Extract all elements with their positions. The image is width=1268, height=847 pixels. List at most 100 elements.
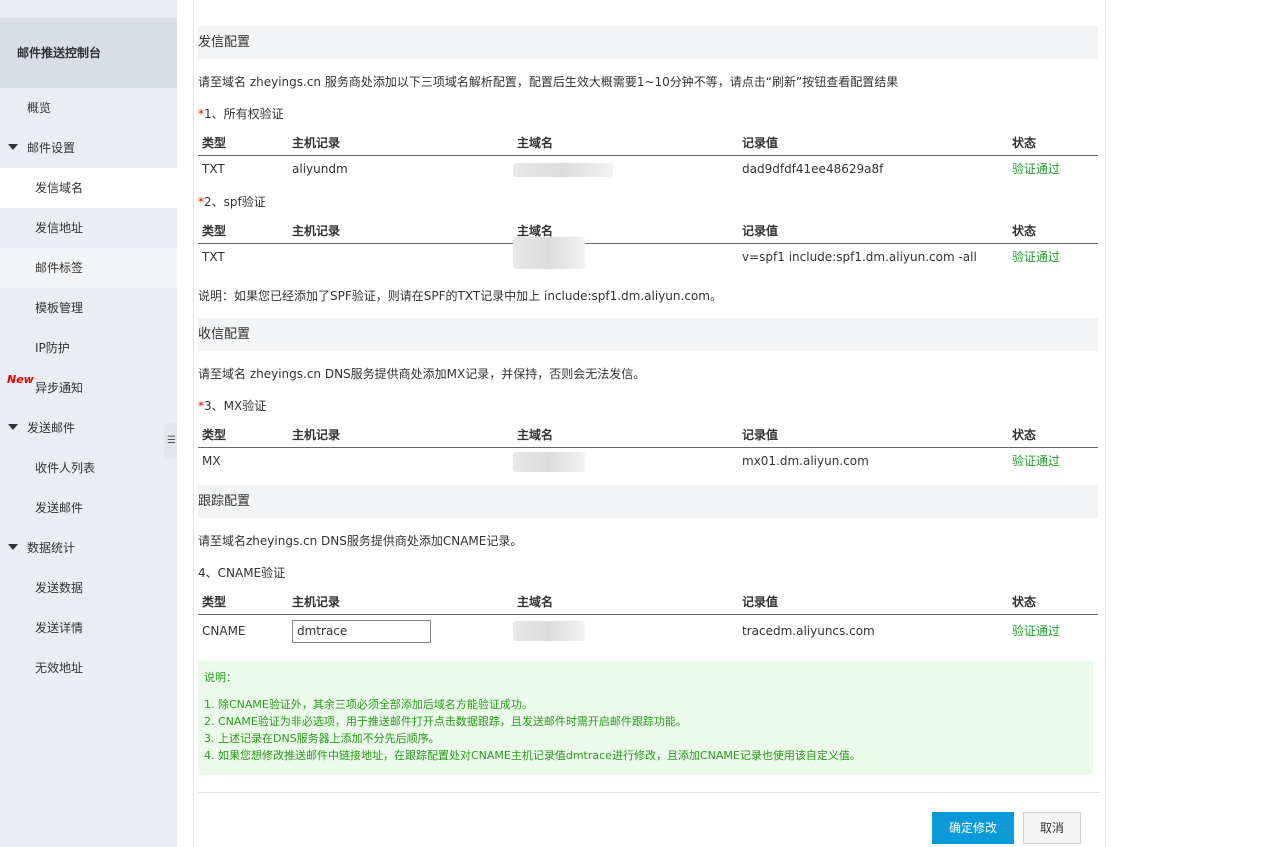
- ownership-label: *1、所有权验证: [198, 105, 284, 122]
- receive-config-description: 请至域名 zheyings.cn DNS服务提供商处添加MX记录，并保持，否则会…: [198, 367, 646, 381]
- notice-line: 2. CNAME验证为非必选项，用于推送邮件打开点击数据跟踪，且发送邮件时需开启…: [204, 715, 687, 728]
- sidebar-item-send-domain[interactable]: 发信域名: [0, 168, 177, 208]
- section-title: 跟踪配置: [198, 494, 251, 509]
- sidebar-item-templates[interactable]: 模板管理: [0, 288, 177, 328]
- cell-status: 验证通过: [1012, 162, 1061, 176]
- cell-status: 验证通过: [1012, 624, 1061, 638]
- header-type: 类型: [202, 428, 227, 442]
- header-type: 类型: [202, 224, 227, 238]
- header-domain: 主域名: [517, 595, 554, 609]
- spf-label-text: 2、spf验证: [204, 195, 266, 209]
- redacted-domain: [513, 452, 585, 472]
- sidebar-group-mail-settings[interactable]: 邮件设置: [0, 128, 177, 168]
- cell-host: aliyundm: [292, 162, 348, 176]
- section-receive-config: 收信配置: [198, 318, 1098, 351]
- cell-value: tracedm.aliyuncs.com: [742, 624, 875, 638]
- header-type: 类型: [202, 136, 227, 150]
- sidebar-item-send-mail[interactable]: 发送邮件: [0, 488, 177, 528]
- redacted-domain: [513, 621, 585, 641]
- header-value: 记录值: [742, 224, 779, 238]
- sidebar-item-label: 发送邮件: [35, 501, 84, 515]
- redacted-domain: [513, 237, 585, 269]
- tracking-config-description: 请至域名zheyings.cn DNS服务提供商处添加CNAME记录。: [198, 534, 523, 548]
- cell-type: CNAME: [202, 624, 246, 638]
- table-header: 类型 主机记录 主域名 记录值 状态: [198, 423, 1098, 448]
- mx-label-text: 3、MX验证: [204, 399, 267, 413]
- sidebar-item-label: 无效地址: [35, 661, 84, 675]
- send-config-description: 请至域名 zheyings.cn 服务商处添加以下三项域名解析配置，配置后生效大…: [198, 75, 899, 89]
- new-badge: New: [7, 373, 34, 386]
- cell-status: 验证通过: [1012, 454, 1061, 468]
- sidebar-item-invalid-address[interactable]: 无效地址: [0, 648, 177, 688]
- cname-host-input[interactable]: dmtrace: [292, 620, 431, 643]
- section-title: 收信配置: [198, 327, 251, 342]
- sidebar-item-label: 发送邮件: [27, 421, 76, 435]
- header-status: 状态: [1012, 595, 1037, 609]
- table-header: 类型 主机记录 主域名 记录值 状态: [198, 219, 1098, 244]
- sidebar-item-label: 邮件设置: [27, 141, 76, 155]
- mx-label: *3、MX验证: [198, 397, 266, 414]
- header-host: 主机记录: [292, 595, 341, 609]
- sidebar: 邮件推送控制台 概览 邮件设置 发信域名 发信地址 邮件标签 模板管理 IP防护…: [0, 0, 177, 847]
- spf-label: *2、spf验证: [198, 193, 266, 210]
- cname-label: 4、CNAME验证: [198, 566, 286, 580]
- spf-note: 说明：如果您已经添加了SPF验证，则请在SPF的TXT记录中加上 include…: [198, 289, 722, 303]
- sidebar-item-label: 收件人列表: [35, 461, 96, 475]
- header-host: 主机记录: [292, 428, 341, 442]
- sidebar-item-send-data[interactable]: 发送数据: [0, 568, 177, 608]
- header-status: 状态: [1012, 428, 1037, 442]
- cell-value: mx01.dm.aliyun.com: [742, 454, 869, 468]
- header-value: 记录值: [742, 136, 779, 150]
- redacted-domain: [513, 163, 613, 177]
- ownership-label-text: 1、所有权验证: [204, 107, 284, 121]
- sidebar-collapse-toggle[interactable]: ☰: [164, 423, 177, 459]
- sidebar-item-label: 发送详情: [35, 621, 84, 635]
- header-value: 记录值: [742, 595, 779, 609]
- sidebar-item-send-details[interactable]: 发送详情: [0, 608, 177, 648]
- sidebar-group-send-mail[interactable]: 发送邮件: [0, 408, 177, 448]
- confirm-button[interactable]: 确定修改: [932, 812, 1014, 844]
- cell-value: dad9dfdf41ee48629a8f: [742, 162, 884, 176]
- sidebar-group-statistics[interactable]: 数据统计: [0, 528, 177, 568]
- caret-down-icon: [8, 144, 18, 150]
- cell-value: v=spf1 include:spf1.dm.aliyun.com -all: [742, 250, 977, 264]
- header-status: 状态: [1012, 224, 1037, 238]
- sidebar-item-label: 发信域名: [35, 181, 84, 195]
- table-row-mx: MX mx01.dm.aliyun.com 验证通过: [198, 449, 1098, 477]
- table-row-ownership: TXT aliyundm dad9dfdf41ee48629a8f 验证通过: [198, 157, 1098, 185]
- table-header: 类型 主机记录 主域名 记录值 状态: [198, 590, 1098, 615]
- cancel-button[interactable]: 取消: [1023, 812, 1081, 844]
- sidebar-item-send-address[interactable]: 发信地址: [0, 208, 177, 248]
- header-domain: 主域名: [517, 428, 554, 442]
- sidebar-item-mail-tags[interactable]: 邮件标签: [0, 248, 177, 288]
- divider: [198, 792, 1100, 793]
- header-host: 主机记录: [292, 224, 341, 238]
- header-type: 类型: [202, 595, 227, 609]
- sidebar-item-label: IP防护: [35, 341, 70, 355]
- cell-type: TXT: [202, 162, 225, 176]
- sidebar-item-recipient-list[interactable]: 收件人列表: [0, 448, 177, 488]
- section-title: 发信配置: [198, 35, 251, 50]
- notice-line: 1. 除CNAME验证外，其余三项必须全部添加后域名方能验证成功。: [204, 698, 533, 711]
- sidebar-item-overview[interactable]: 概览: [0, 88, 177, 128]
- table-row-spf: TXT v=spf1 include:spf1.dm.aliyun.com -a…: [198, 237, 1098, 273]
- header-host: 主机记录: [292, 136, 341, 150]
- console-title: 邮件推送控制台: [0, 18, 177, 88]
- cell-type: TXT: [202, 250, 225, 264]
- sidebar-item-label: 概览: [27, 101, 52, 115]
- sidebar-item-ip-protection[interactable]: IP防护: [0, 328, 177, 368]
- notice-box: 说明： 1. 除CNAME验证外，其余三项必须全部添加后域名方能验证成功。 2.…: [198, 661, 1093, 775]
- section-send-config: 发信配置: [198, 26, 1098, 59]
- notice-line: 4. 如果您想修改推送邮件中链接地址，在跟踪配置处对CNAME主机记录值dmtr…: [204, 749, 861, 762]
- caret-down-icon: [8, 544, 18, 550]
- sidebar-item-label: 模板管理: [35, 301, 84, 315]
- section-tracking-config: 跟踪配置: [198, 485, 1098, 518]
- sidebar-item-label: 数据统计: [27, 541, 76, 555]
- cell-type: MX: [202, 454, 221, 468]
- sidebar-item-label: 发信地址: [35, 221, 84, 235]
- header-value: 记录值: [742, 428, 779, 442]
- table-header: 类型 主机记录 主域名 记录值 状态: [198, 131, 1098, 156]
- notice-line: 3. 上述记录在DNS服务器上添加不分先后顺序。: [204, 732, 440, 745]
- cell-status: 验证通过: [1012, 250, 1061, 264]
- menu-collapse-icon: ☰: [167, 435, 176, 446]
